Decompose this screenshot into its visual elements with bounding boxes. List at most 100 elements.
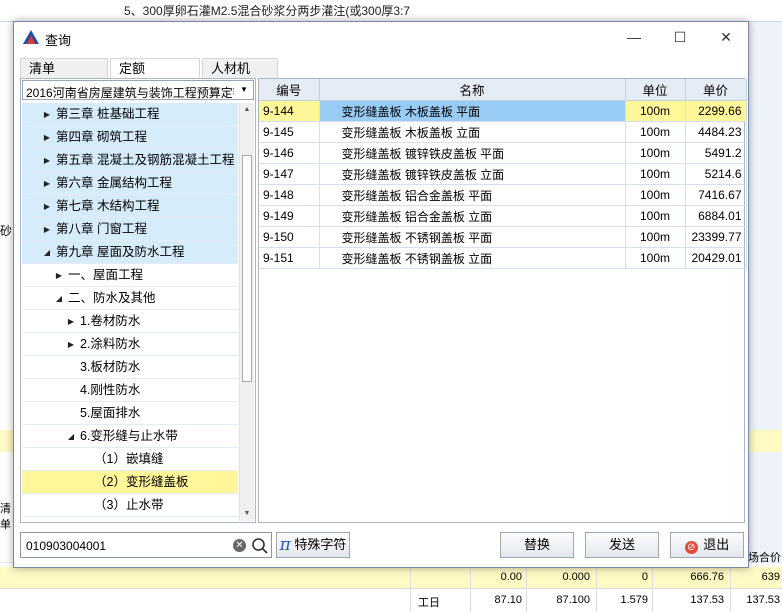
tree-item[interactable]: 4.刚性防水 [22,379,238,402]
close-button[interactable]: ✕ [703,22,749,52]
expand-arrow-icon[interactable]: ▶ [42,103,52,126]
table-row[interactable]: 9-151 变形缝盖板 不锈钢盖板 立面 100m 20429.01 [259,247,747,269]
cell-price[interactable]: 6884.01 [685,205,747,227]
table-row[interactable]: 9-146 变形缝盖板 镀锌铁皮盖板 平面 100m 5491.2 [259,142,747,164]
cell-code[interactable]: 9-151 [259,247,320,269]
expand-arrow-icon[interactable]: ▶ [42,218,52,241]
cell-price[interactable]: 2299.66 [685,100,747,122]
maximize-button[interactable]: ☐ [657,22,703,52]
collapse-arrow-icon[interactable]: ◢ [54,287,64,310]
column-header-name[interactable]: 名称 [319,79,626,101]
cell-price[interactable]: 7416.67 [685,184,747,206]
tree-item[interactable]: ▶ 第八章 门窗工程 [22,218,238,241]
title-bar[interactable]: 查询 — ☐ ✕ [14,22,748,52]
cell-name[interactable]: 变形缝盖板 不锈钢盖板 平面 [319,226,626,248]
search-field[interactable]: 010903004001 ✕ [20,532,272,558]
tree-item[interactable]: ◢ 二、防水及其他 [22,287,238,310]
column-header-unit[interactable]: 单位 [625,79,686,101]
tree-item[interactable]: ▶ 第五章 混凝土及钢筋混凝土工程 [22,149,238,172]
cell-name[interactable]: 变形缝盖板 铝合金盖板 立面 [319,205,626,227]
cell-unit[interactable]: 100m [625,226,686,248]
exit-button[interactable]: ⊘ 退出 [670,532,744,558]
cell-name[interactable]: 变形缝盖板 不锈钢盖板 立面 [319,247,626,269]
cell-name[interactable]: 变形缝盖板 镀锌铁皮盖板 立面 [319,163,626,185]
tree-item[interactable]: 5.屋面排水 [22,402,238,425]
send-button[interactable]: 发送 [585,532,659,558]
tree-item[interactable]: 3.板材防水 [22,356,238,379]
expand-arrow-icon[interactable]: ▶ [66,333,76,356]
replace-button[interactable]: 替换 [500,532,574,558]
tab-bill[interactable]: 清单 [20,58,108,78]
tab-labor-material-machine[interactable]: 人材机 [202,58,278,78]
cell-unit[interactable]: 100m [625,163,686,185]
tree-item-label: 第四章 砌筑工程 [56,130,147,144]
column-header-code[interactable]: 编号 [259,79,320,101]
background-row: 0.00 0.000 0 666.76 639 [0,567,782,589]
cell-name[interactable]: 变形缝盖板 木板盖板 平面 [319,100,626,122]
table-row[interactable]: 9-148 变形缝盖板 铝合金盖板 平面 100m 7416.67 [259,184,747,206]
cell-price[interactable]: 20429.01 [685,247,747,269]
tree-item[interactable]: （2）变形缝盖板 [22,471,238,494]
tree-item-label: 3.板材防水 [80,360,141,374]
tree-item[interactable]: ◢ 6.变形缝与止水带 [22,425,238,448]
column-header-price[interactable]: 单价 [685,79,747,101]
collapse-arrow-icon[interactable]: ◢ [66,425,76,448]
collapse-arrow-icon[interactable]: ◢ [42,241,52,264]
chevron-down-icon[interactable]: ▼ [237,83,251,97]
expand-arrow-icon[interactable]: ▶ [42,126,52,149]
expand-arrow-icon[interactable]: ▶ [42,195,52,218]
cell-price[interactable]: 4484.23 [685,121,747,143]
scroll-up-icon[interactable]: ▲ [240,103,254,117]
cell-code[interactable]: 9-145 [259,121,320,143]
tree-item[interactable]: （3）止水带 [22,494,238,517]
cell-code[interactable]: 9-144 [259,100,320,122]
tree-item[interactable]: ▶ 2.涂料防水 [22,333,238,356]
cell-price[interactable]: 5214.6 [685,163,747,185]
tree-item[interactable]: ◢ 第九章 屋面及防水工程 [22,241,238,264]
cell-unit[interactable]: 100m [625,142,686,164]
cell-code[interactable]: 9-147 [259,163,320,185]
exit-label: 退出 [703,537,730,552]
minimize-button[interactable]: — [611,22,657,52]
cell-code[interactable]: 9-150 [259,226,320,248]
cell-unit[interactable]: 100m [625,247,686,269]
tree-item-label: 第八章 门窗工程 [56,222,147,236]
tree-item[interactable]: ▶ 第三章 桩基础工程 [22,103,238,126]
search-input-value[interactable]: 010903004001 [26,539,106,553]
tab-quota[interactable]: 定额 [110,58,200,79]
table-row[interactable]: 9-145 变形缝盖板 木板盖板 立面 100m 4484.23 [259,121,747,143]
cell-price[interactable]: 5491.2 [685,142,747,164]
tree-scrollbar[interactable]: ▲ ▼ [239,103,254,521]
cell-code[interactable]: 9-149 [259,205,320,227]
cell-unit[interactable]: 100m [625,184,686,206]
special-characters-button[interactable]: π 特殊字符 [276,532,350,558]
expand-arrow-icon[interactable]: ▶ [54,264,64,287]
tree-item[interactable]: ▶ 第七章 木结构工程 [22,195,238,218]
cell-unit[interactable]: 100m [625,100,686,122]
table-row[interactable]: 9-147 变形缝盖板 镀锌铁皮盖板 立面 100m 5214.6 [259,163,747,185]
cell-price[interactable]: 23399.77 [685,226,747,248]
tree-item[interactable]: ▶ 第六章 金属结构工程 [22,172,238,195]
quota-library-select[interactable]: 2016河南省房屋建筑与装饰工程预算定额 ▼ [22,80,254,100]
cell-code[interactable]: 9-146 [259,142,320,164]
table-row[interactable]: 9-144 变形缝盖板 木板盖板 平面 100m 2299.66 [259,100,747,122]
expand-arrow-icon[interactable]: ▶ [66,310,76,333]
tree-item[interactable]: （1）嵌填缝 [22,448,238,471]
scroll-down-icon[interactable]: ▼ [240,507,254,521]
tree-item[interactable]: ▶ 1.卷材防水 [22,310,238,333]
cell-unit[interactable]: 100m [625,121,686,143]
cell-name[interactable]: 变形缝盖板 镀锌铁皮盖板 平面 [319,142,626,164]
tree-item[interactable]: ▶ 一、屋面工程 [22,264,238,287]
cell-name[interactable]: 变形缝盖板 木板盖板 立面 [319,121,626,143]
scroll-thumb[interactable] [242,155,252,382]
tree-item[interactable]: ▶ 第四章 砌筑工程 [22,126,238,149]
expand-arrow-icon[interactable]: ▶ [42,172,52,195]
clear-icon[interactable]: ✕ [233,539,246,552]
expand-arrow-icon[interactable]: ▶ [42,149,52,172]
cell-unit[interactable]: 100m [625,205,686,227]
cell-code[interactable]: 9-148 [259,184,320,206]
table-row[interactable]: 9-149 变形缝盖板 铝合金盖板 立面 100m 6884.01 [259,205,747,227]
table-row[interactable]: 9-150 变形缝盖板 不锈钢盖板 平面 100m 23399.77 [259,226,747,248]
cell-name[interactable]: 变形缝盖板 铝合金盖板 平面 [319,184,626,206]
search-icon[interactable] [251,537,269,555]
